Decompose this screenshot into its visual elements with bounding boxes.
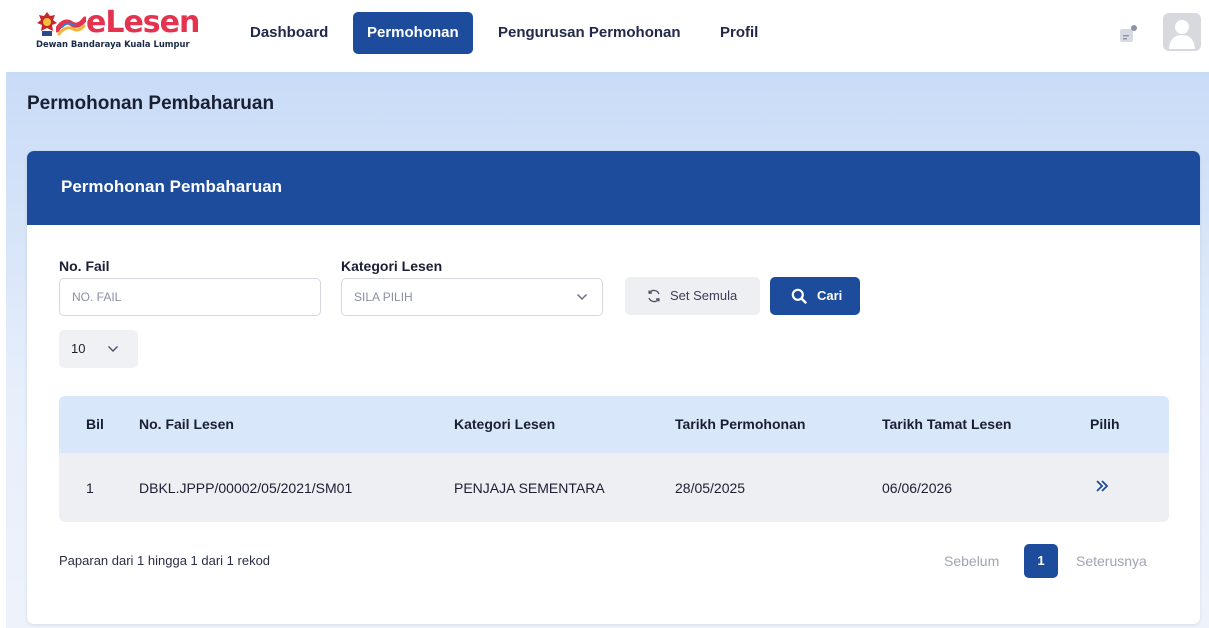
pagination-info: Paparan dari 1 hingga 1 dari 1 rekod (59, 553, 271, 568)
category-select-value: SILA PILIH (354, 290, 413, 304)
app-name: eLesen (86, 5, 200, 40)
cell-bil: 1 (86, 480, 94, 496)
nav-profil[interactable]: Profil (706, 12, 772, 54)
cell-expiry-date: 06/06/2026 (882, 480, 953, 496)
nav-permohonan[interactable]: Permohonan (353, 12, 473, 54)
cell-applied-date: 28/05/2025 (675, 480, 746, 496)
card-title: Permohonan Pembaharuan (61, 177, 283, 196)
file-no-label: No. Fail (59, 258, 110, 274)
page-title: Permohonan Pembaharuan (27, 93, 275, 114)
app-logo[interactable]: eLesen Dewan Bandaraya Kuala Lumpur (36, 5, 226, 50)
refresh-icon (648, 289, 660, 303)
search-button-label: Cari (817, 288, 843, 303)
chevron-down-icon (108, 346, 118, 352)
nav-dashboard[interactable]: Dashboard (236, 12, 342, 54)
cell-category: PENJAJA SEMENTARA (454, 480, 605, 496)
col-category: Kategori Lesen (454, 416, 556, 432)
pagination-prev[interactable]: Sebelum (944, 553, 999, 569)
col-file-no: No. Fail Lesen (139, 416, 234, 432)
dbkl-crest-icon (37, 12, 57, 36)
pagination-page-1[interactable]: 1 (1024, 544, 1058, 578)
page-size-value: 10 (71, 341, 86, 356)
col-bil: Bil (86, 416, 104, 432)
search-icon (791, 288, 807, 304)
search-button[interactable]: Cari (770, 277, 860, 315)
card-header: Permohonan Pembaharuan (27, 151, 1200, 225)
nav-pengurusan-permohonan[interactable]: Pengurusan Permohonan (484, 12, 695, 54)
top-navbar: eLesen Dewan Bandaraya Kuala Lumpur Dash… (0, 0, 1209, 72)
brand-wave-icon (56, 16, 86, 36)
app-subtitle: Dewan Bandaraya Kuala Lumpur (36, 39, 190, 49)
table-header-row: Bil No. Fail Lesen Kategori Lesen Tarikh… (59, 396, 1169, 453)
col-expiry-date: Tarikh Tamat Lesen (882, 416, 1012, 432)
table-row[interactable]: 1 DBKL.JPPP/00002/05/2021/SM01 PENJAJA S… (59, 453, 1169, 522)
file-no-input[interactable]: NO. FAIL (59, 278, 321, 316)
col-select: Pilih (1090, 416, 1120, 432)
renewal-card: Permohonan Pembaharuan No. Fail NO. FAIL… (27, 151, 1200, 624)
cell-file-no: DBKL.JPPP/00002/05/2021/SM01 (139, 480, 353, 496)
col-applied-date: Tarikh Permohonan (675, 416, 806, 432)
double-chevron-right-icon[interactable] (1095, 479, 1109, 493)
reset-button-label: Set Semula (670, 288, 738, 303)
category-select[interactable]: SILA PILIH (341, 278, 603, 316)
renewal-table: Bil No. Fail Lesen Kategori Lesen Tarikh… (59, 396, 1169, 522)
reset-button[interactable]: Set Semula (625, 277, 760, 315)
notification-icon[interactable] (1118, 24, 1138, 44)
pagination-next[interactable]: Seterusnya (1076, 553, 1147, 569)
user-avatar-icon[interactable] (1163, 13, 1201, 51)
chevron-down-icon (576, 293, 588, 301)
page-size-select[interactable]: 10 (59, 330, 138, 368)
category-label: Kategori Lesen (341, 258, 443, 274)
